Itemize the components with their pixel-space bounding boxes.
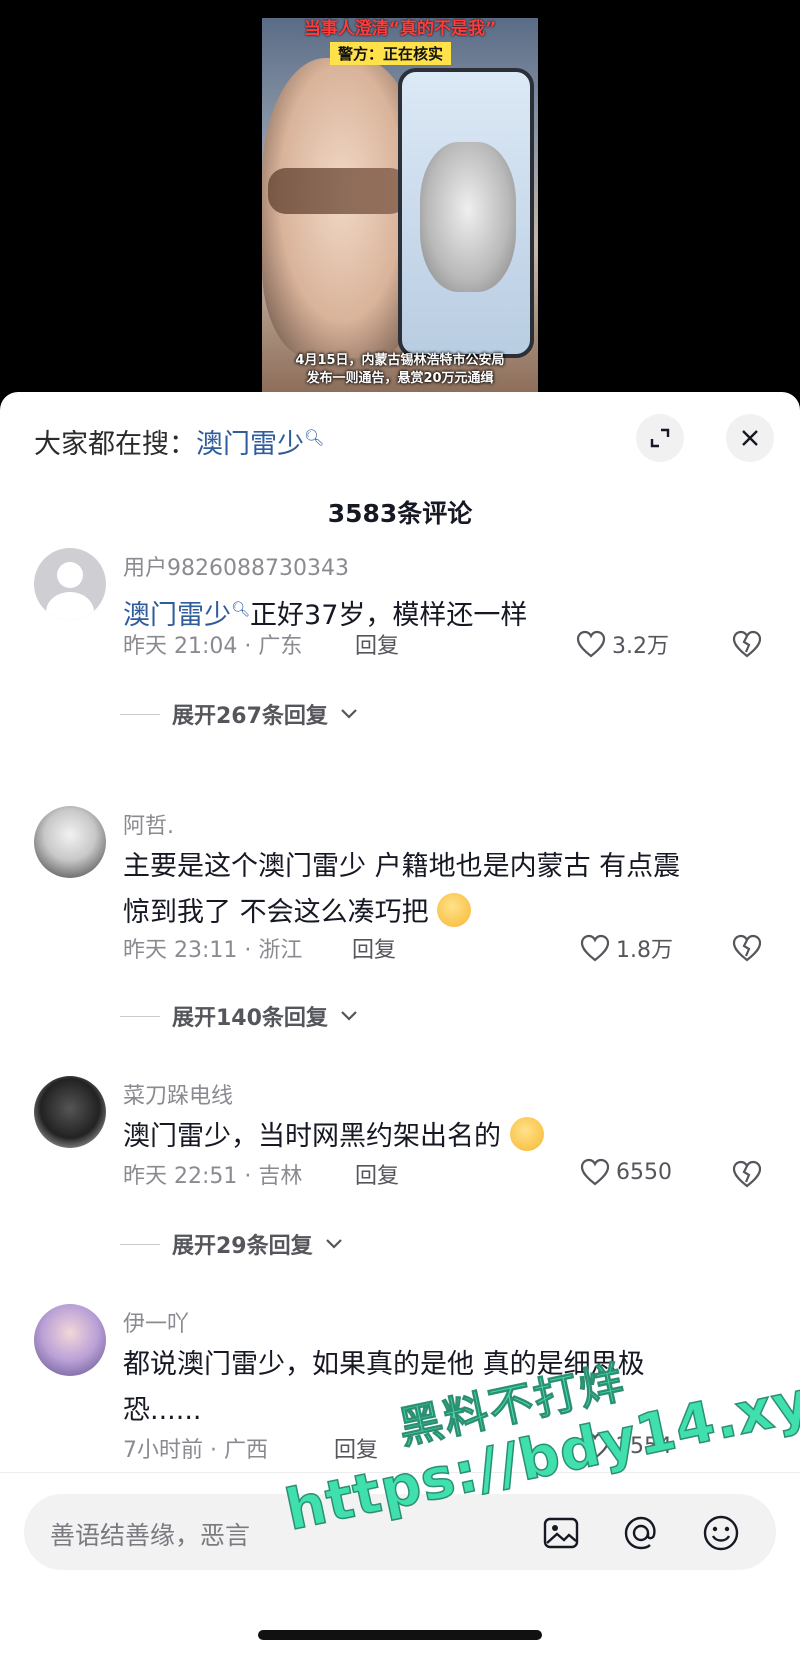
- comment-keyword-link[interactable]: 澳门雷少: [123, 600, 231, 631]
- comment-text-line1: 都说澳门雷少，如果真的是他 真的是细思极: [123, 1349, 645, 1380]
- video-subtitle: 警方：正在核实: [330, 42, 452, 65]
- expand-icon: [650, 428, 670, 448]
- comment-meta: 昨天 23:11 · 浙江: [123, 938, 303, 963]
- comment-meta: 昨天 21:04 · 广东: [123, 634, 303, 659]
- avatar[interactable]: [34, 806, 106, 878]
- comment-text-line2-row: 惊到我了 不会这么凑巧把: [123, 890, 763, 936]
- close-icon: [742, 430, 758, 446]
- chevron-down-icon: [341, 709, 357, 719]
- avatar[interactable]: [34, 1304, 106, 1376]
- like-count: 1.8万: [616, 938, 673, 963]
- divider-line: [120, 1243, 160, 1245]
- divider-line: [120, 1015, 160, 1017]
- trending-search-prefix: 大家都在搜：: [34, 429, 196, 460]
- chevron-down-icon: [341, 1011, 357, 1021]
- broken-heart-icon: [732, 934, 762, 962]
- expand-replies-label: 展开267条回复: [172, 704, 328, 729]
- expand-replies-label: 展开140条回复: [172, 1006, 328, 1031]
- like-button[interactable]: 1.8万: [580, 932, 673, 964]
- reply-button[interactable]: 回复: [355, 628, 399, 660]
- dislike-button[interactable]: [732, 934, 762, 966]
- expand-replies-label: 展开29条回复: [172, 1234, 313, 1259]
- avatar[interactable]: [34, 548, 106, 620]
- search-icon: 🔍︎: [304, 428, 325, 447]
- dislike-button[interactable]: [732, 630, 762, 662]
- emoji-button[interactable]: [702, 1514, 740, 1552]
- video-title: 当事人澄清“真的不是我”: [303, 19, 497, 39]
- like-count: 3.2万: [612, 634, 669, 659]
- search-icon: 🔍︎: [231, 600, 251, 618]
- comment-username[interactable]: 菜刀跺电线: [123, 1078, 233, 1110]
- laughing-emoji-icon: [437, 893, 472, 927]
- heart-icon: [580, 1158, 610, 1186]
- video-frame: 当事人澄清“真的不是我” 警方：正在核实 4月15日，内蒙古锡林浩特市公安局 发…: [262, 18, 538, 400]
- video-phone-screen: [398, 68, 534, 358]
- comment-text: 主要是这个澳门雷少 户籍地也是内蒙古 有点震 惊到我了 不会这么凑巧把: [123, 844, 763, 936]
- close-button[interactable]: [726, 414, 774, 462]
- dislike-button[interactable]: [732, 1160, 762, 1192]
- comment-username[interactable]: 用户9826088730343: [123, 550, 349, 582]
- video-player[interactable]: 当事人澄清“真的不是我” 警方：正在核实 4月15日，内蒙古锡林浩特市公安局 发…: [0, 0, 800, 400]
- mention-button[interactable]: [622, 1514, 660, 1552]
- heart-icon: [580, 934, 610, 962]
- crying-laughing-emoji-icon: [509, 1117, 544, 1151]
- reply-button[interactable]: 回复: [352, 932, 396, 964]
- comment-text: 澳门雷少，当时网黑约架出名的: [123, 1114, 763, 1160]
- broken-heart-icon: [732, 1160, 762, 1188]
- like-count: 6550: [616, 1159, 672, 1185]
- video-caption-line1: 4月15日，内蒙古锡林浩特市公安局: [295, 353, 505, 368]
- chevron-down-icon: [325, 1239, 342, 1249]
- reply-button[interactable]: 回复: [355, 1158, 399, 1190]
- comment-text-body: 澳门雷少，当时网黑约架出名的: [123, 1121, 501, 1152]
- comment-meta: 7小时前 · 广西: [123, 1438, 268, 1463]
- trending-search[interactable]: 大家都在搜：澳门雷少🔍︎: [34, 422, 324, 461]
- wanted-sketch: [420, 142, 516, 292]
- expand-replies-button[interactable]: 展开267条回复: [120, 698, 358, 730]
- smiley-icon: [703, 1515, 739, 1551]
- image-button[interactable]: [542, 1514, 580, 1552]
- image-icon: [543, 1517, 579, 1549]
- comment-text-body: 正好37岁，模样还一样: [250, 600, 528, 631]
- comment-count: 3583条评论: [327, 499, 473, 528]
- like-button[interactable]: 6550: [580, 1158, 672, 1186]
- comment-username[interactable]: 阿哲.: [123, 808, 174, 840]
- reply-button[interactable]: 回复: [334, 1432, 378, 1464]
- comment-text-line1: 主要是这个澳门雷少 户籍地也是内蒙古 有点震: [123, 851, 681, 882]
- comment-input-placeholder: 善语结善缘，恶言: [50, 1521, 251, 1550]
- video-sunglasses: [268, 168, 408, 214]
- at-icon: [624, 1516, 656, 1550]
- like-button[interactable]: 3.2万: [576, 628, 669, 660]
- trending-search-keyword[interactable]: 澳门雷少: [196, 429, 304, 460]
- expand-button[interactable]: [636, 414, 684, 462]
- broken-heart-icon: [732, 630, 762, 658]
- expand-replies-button[interactable]: 展开140条回复: [120, 1000, 358, 1032]
- video-caption: 4月15日，内蒙古锡林浩特市公安局 发布一则通告，悬赏20万元通缉: [262, 352, 538, 388]
- divider-line: [120, 713, 160, 715]
- video-caption-line2: 发布一则通告，悬赏20万元通缉: [306, 371, 494, 386]
- comment-username[interactable]: 伊一吖: [123, 1306, 189, 1338]
- heart-icon: [576, 630, 606, 658]
- comment-text-line2: 惊到我了 不会这么凑巧把: [123, 897, 429, 928]
- comment-meta: 昨天 22:51 · 吉林: [123, 1164, 303, 1189]
- expand-replies-button[interactable]: 展开29条回复: [120, 1228, 343, 1260]
- home-indicator[interactable]: [258, 1630, 542, 1640]
- avatar[interactable]: [34, 1076, 106, 1148]
